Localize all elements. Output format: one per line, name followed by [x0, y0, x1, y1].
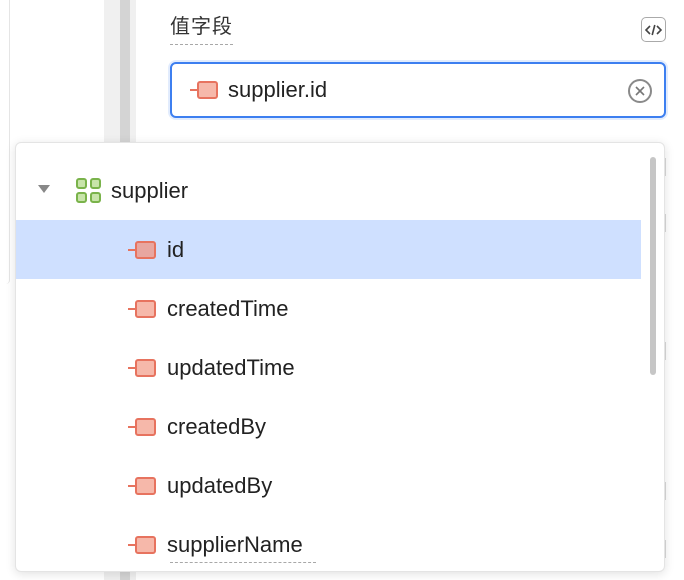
entity-group-icon [76, 178, 102, 204]
tree-item-createdby[interactable]: createdBy [16, 397, 641, 456]
clear-icon[interactable] [628, 79, 652, 103]
field-icon [128, 535, 158, 555]
selected-value: supplier.id [228, 77, 328, 102]
tree-group-supplier[interactable]: supplier [16, 161, 641, 220]
field-label-underline [170, 562, 316, 563]
field-tree-dropdown: supplier id createdTime updatedTime crea… [15, 142, 665, 572]
field-icon [190, 80, 220, 100]
dropdown-scrollbar[interactable] [650, 157, 656, 375]
tree-item-label: supplierName [167, 531, 303, 557]
tree-item-updatedtime[interactable]: updatedTime [16, 338, 641, 397]
tree-item-label: id [167, 236, 185, 262]
caret-down-icon[interactable] [38, 185, 50, 193]
tree-group-label: supplier [111, 177, 189, 203]
left-panel [0, 0, 10, 284]
field-icon [128, 476, 158, 496]
field-icon [128, 240, 158, 260]
tree-item-updatedby[interactable]: updatedBy [16, 456, 641, 515]
field-icon [128, 299, 158, 319]
tree-item-label: createdTime [167, 295, 289, 321]
code-icon [645, 24, 662, 35]
editor-stage: 值字段 supplier.id supplier id createdTime … [0, 0, 684, 580]
tree-item-createdtime[interactable]: createdTime [16, 279, 641, 338]
code-toggle-button[interactable] [641, 17, 666, 42]
tree-item-suppliername[interactable]: supplierName [16, 515, 641, 571]
value-field-label: 值字段 [170, 14, 233, 45]
tree-item-label: updatedTime [167, 354, 295, 380]
field-icon [128, 417, 158, 437]
field-icon [128, 358, 158, 378]
value-field-select[interactable]: supplier.id [170, 62, 666, 118]
tree-item-id[interactable]: id [16, 220, 641, 279]
tree-item-label: createdBy [167, 413, 267, 439]
tree-item-label: updatedBy [167, 472, 273, 498]
